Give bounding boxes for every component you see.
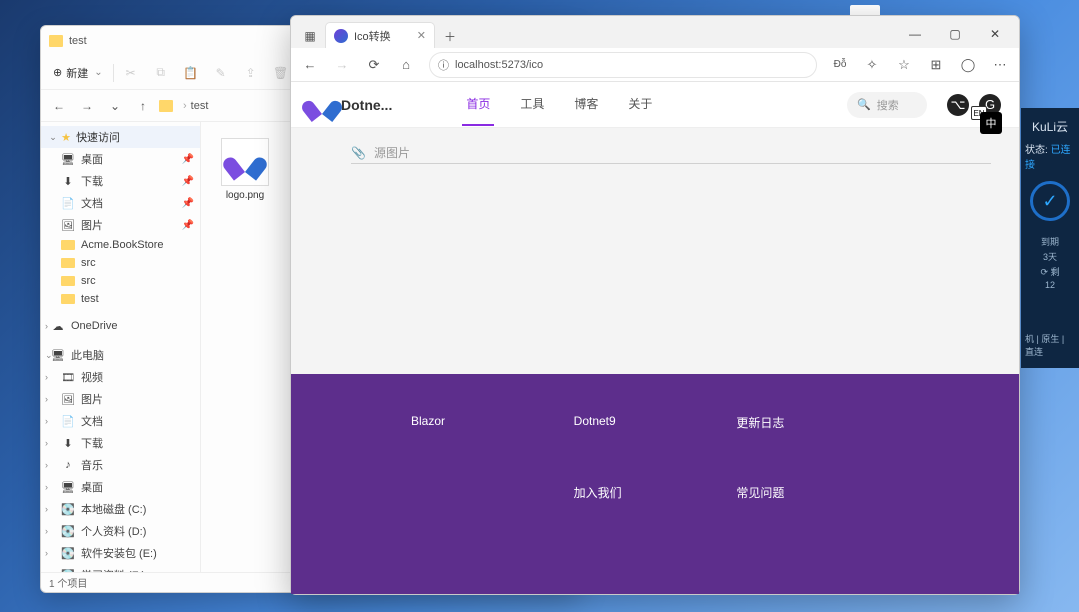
sidebar-item-videos[interactable]: ›🎞视频 — [41, 366, 200, 388]
tab-title: Ico转换 — [354, 28, 391, 44]
nav-recent[interactable]: ⌄ — [103, 94, 127, 118]
search-icon: 🔍 — [857, 98, 871, 111]
new-menu[interactable]: ⊕ 新建 — [47, 60, 109, 86]
close-button[interactable]: ✕ — [975, 20, 1015, 48]
sidebar-item-folder[interactable]: src — [41, 272, 200, 290]
sidebar-item-pictures[interactable]: 🖼图片📌 — [41, 214, 200, 236]
breadcrumb-item[interactable]: test — [191, 100, 209, 112]
sidebar-item-folder[interactable]: Acme.BookStore — [41, 236, 200, 254]
nav-refresh[interactable]: ⟳ — [359, 52, 389, 78]
sidebar-section-onedrive[interactable]: ›☁OneDrive — [41, 316, 200, 336]
footer-link-dotnet9[interactable]: Dotnet9 — [574, 414, 737, 484]
nav-about[interactable]: 关于 — [624, 83, 656, 126]
folder-icon — [49, 35, 63, 47]
sidebar-item-downloads[interactable]: ⬇下载📌 — [41, 170, 200, 192]
address-bar[interactable]: ⓘ localhost:5273/ico — [429, 52, 817, 78]
footer-link-blazor[interactable]: Blazor — [411, 414, 574, 484]
paste-button[interactable]: 📋 — [178, 60, 204, 86]
file-item-logo[interactable]: logo.png — [213, 134, 277, 560]
folder-icon — [159, 100, 173, 112]
vpn-side-panel: KuLi云 状态: 已连接 ✓ 到期 3天 ⟳ 剩 12 机 | 原生 | 直连 — [1021, 108, 1079, 368]
site-info-icon[interactable]: ⓘ — [438, 57, 449, 73]
panel-title: KuLi云 — [1032, 118, 1068, 135]
file-drop-area[interactable]: 📎 源图片 — [351, 142, 991, 164]
drop-label: 源图片 — [374, 144, 410, 161]
copy-button[interactable]: ⧉ — [148, 60, 174, 86]
new-tab-button[interactable]: ＋ — [435, 24, 465, 48]
nav-up[interactable]: ↑ — [131, 94, 155, 118]
read-aloud-button[interactable]: Đỗ — [825, 52, 855, 78]
sidebar-item-drive-f[interactable]: ›💽学习资料 (F:) — [41, 564, 200, 572]
nav-back[interactable]: ← — [295, 52, 325, 78]
share-button[interactable]: ⇪ — [238, 60, 264, 86]
sidebar-item-drive-e[interactable]: ›💽软件安装包 (E:) — [41, 542, 200, 564]
status-ring-icon[interactable]: ✓ — [1030, 181, 1070, 221]
sidebar-item-drive-d[interactable]: ›💽个人资料 (D:) — [41, 520, 200, 542]
sidebar-section-thispc[interactable]: ⌄🖥此电脑 — [41, 344, 200, 366]
sidebar-item-folder[interactable]: src — [41, 254, 200, 272]
sidebar-section-quick[interactable]: ⌄★ 快速访问 — [41, 126, 200, 148]
url-text: localhost:5273/ico — [455, 59, 543, 71]
sidebar-item-documents[interactable]: 📄文档📌 — [41, 192, 200, 214]
browser-window: ▦ Ico转换 ✕ ＋ ― ▢ ✕ ← → ⟳ ⌂ ⓘ localhost:52… — [290, 15, 1020, 595]
cut-button[interactable]: ✂ — [118, 60, 144, 86]
nav-home[interactable]: 首页 — [462, 83, 494, 126]
panel-status: 状态: 已连接 — [1025, 141, 1075, 171]
rename-button[interactable]: ✎ — [208, 60, 234, 86]
browser-toolbar: ← → ⟳ ⌂ ⓘ localhost:5273/ico Đỗ ✧ ☆ ⊞ ◯ … — [291, 48, 1019, 82]
sidebar-item-downloads[interactable]: ›⬇下载 — [41, 432, 200, 454]
sidebar-item-drive-c[interactable]: ›💽本地磁盘 (C:) — [41, 498, 200, 520]
github-icon[interactable]: ⌥ — [947, 94, 969, 116]
brand-text: Dotne... — [341, 97, 392, 113]
footer-link-faq[interactable]: 常见问题 — [736, 484, 899, 554]
collections-button[interactable]: ⊞ — [921, 52, 951, 78]
panel-meta-2: ⟳ 剩 12 — [1040, 265, 1059, 290]
file-label: logo.png — [226, 190, 264, 201]
favorite-button[interactable]: ☆ — [889, 52, 919, 78]
nav-home[interactable]: ⌂ — [391, 52, 421, 78]
browser-tab[interactable]: Ico转换 ✕ — [325, 22, 435, 48]
sidebar-item-documents[interactable]: ›📄文档 — [41, 410, 200, 432]
minimize-button[interactable]: ― — [895, 20, 935, 48]
maximize-button[interactable]: ▢ — [935, 20, 975, 48]
search-placeholder: 搜索 — [877, 97, 899, 113]
page-footer: Blazor Dotnet9 更新日志 加入我们 常见问题 — [291, 374, 1019, 594]
search-input[interactable]: 🔍 搜索 — [847, 92, 927, 118]
nav-forward[interactable]: → — [327, 52, 357, 78]
sidebar-item-desktop[interactable]: ›🖥桌面 — [41, 476, 200, 498]
lang-badge-zh[interactable]: 中 — [980, 112, 1002, 134]
tab-favicon — [334, 29, 348, 43]
tab-actions-button[interactable]: ▦ — [295, 24, 325, 48]
panel-links[interactable]: 机 | 原生 | 直连 — [1025, 332, 1075, 358]
sidebar-item-pictures[interactable]: ›🖼图片 — [41, 388, 200, 410]
profile-button[interactable]: ◯ — [953, 52, 983, 78]
window-title: test — [69, 35, 87, 47]
page-content: Dotne... 首页 工具 博客 关于 🔍 搜索 ⌥ G EN 中 📎 源图片 — [291, 82, 1019, 594]
tab-close-button[interactable]: ✕ — [417, 29, 426, 42]
nav-blog[interactable]: 博客 — [570, 83, 602, 126]
sidebar-item-music[interactable]: ›♪音乐 — [41, 454, 200, 476]
nav-tools[interactable]: 工具 — [516, 83, 548, 126]
browser-tabstrip: ▦ Ico转换 ✕ ＋ ― ▢ ✕ — [291, 16, 1019, 48]
attachment-icon: 📎 — [351, 146, 366, 160]
footer-link-changelog[interactable]: 更新日志 — [736, 414, 899, 484]
site-brand[interactable]: Dotne... — [309, 94, 392, 116]
more-button[interactable]: ⋯ — [985, 52, 1015, 78]
nav-back[interactable]: ← — [47, 94, 71, 118]
page-header: Dotne... 首页 工具 博客 关于 🔍 搜索 ⌥ G — [291, 82, 1019, 128]
sidebar-item-desktop[interactable]: 🖥桌面📌 — [41, 148, 200, 170]
explorer-sidebar: ⌄★ 快速访问 🖥桌面📌 ⬇下载📌 📄文档📌 🖼图片📌 Acme.BookSto… — [41, 122, 201, 572]
file-thumbnail — [221, 138, 269, 186]
panel-meta: 到期 3天 — [1041, 235, 1059, 263]
nav-forward[interactable]: → — [75, 94, 99, 118]
main-nav: 首页 工具 博客 关于 — [462, 83, 656, 126]
enhance-button[interactable]: ✧ — [857, 52, 887, 78]
sidebar-item-folder[interactable]: test — [41, 290, 200, 308]
footer-link-join[interactable]: 加入我们 — [574, 484, 737, 554]
logo-icon — [309, 94, 335, 116]
